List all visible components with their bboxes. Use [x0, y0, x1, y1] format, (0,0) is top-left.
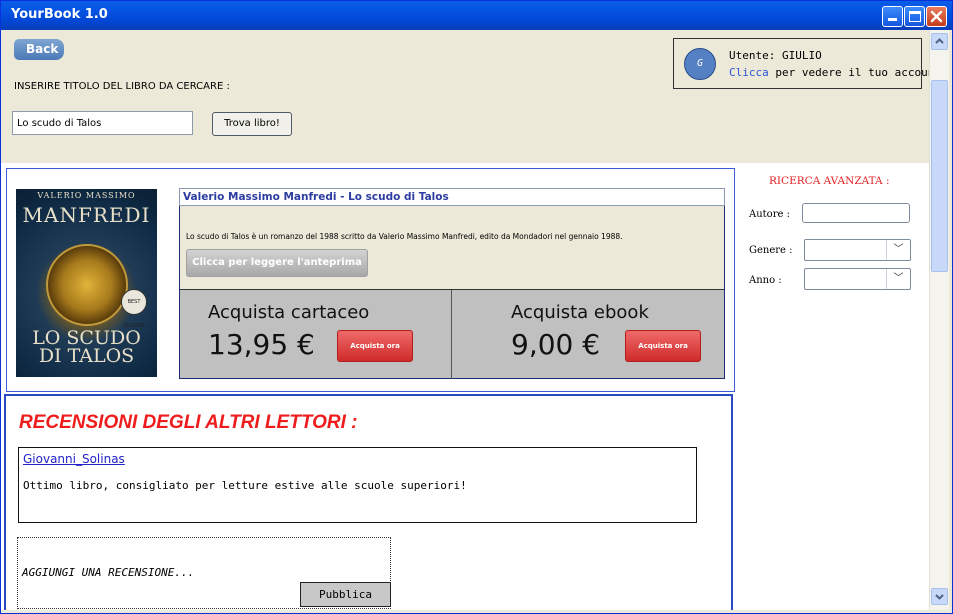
bestseller-badge: BEST SELLERS	[121, 289, 147, 329]
review-card: Giovanni_Solinas Ottimo libro, consiglia…	[18, 447, 697, 523]
chevron-down-icon	[935, 594, 944, 600]
advanced-search-panel: RICERCA AVANZATA : Autore : Genere : ﹀ A…	[741, 163, 929, 610]
user-account-box: G Utente: GIULIO Clicca per vedere il tu…	[673, 38, 941, 89]
book-header: Valerio Massimo Manfredi - Lo scudo di T…	[179, 188, 725, 206]
back-button[interactable]: Back	[14, 39, 64, 60]
book-panel: VALERIO MASSIMO MANFREDI BEST SELLERS LO…	[6, 168, 735, 392]
account-link-suffix: per vedere il tuo account	[768, 66, 941, 79]
genre-select[interactable]: ﹀	[804, 239, 911, 261]
ebook-purchase-title: Acquista ebook	[511, 302, 649, 323]
author-label: Autore :	[749, 209, 790, 220]
vertical-scrollbar[interactable]	[929, 30, 949, 610]
cover-author-first: VALERIO MASSIMO	[37, 191, 136, 200]
search-label: INSERIRE TITOLO DEL LIBRO DA CERCARE :	[14, 81, 230, 92]
app-window: YourBook 1.0 Back INSERIRE TITOLO DEL LI…	[0, 0, 953, 614]
user-name: Utente: GIULIO	[729, 49, 822, 62]
cover-title-line2: DI TALOS	[38, 345, 135, 367]
publish-button[interactable]: Pubblica	[300, 582, 391, 607]
book-info-panel: Valerio Massimo Manfredi - Lo scudo di T…	[179, 188, 725, 379]
close-icon	[930, 10, 943, 23]
minimize-button[interactable]	[882, 6, 903, 27]
close-button[interactable]	[926, 6, 947, 27]
buy-paper-button[interactable]: Acquista ora	[337, 330, 413, 362]
review-text: Ottimo libro, consigliato per letture es…	[23, 479, 467, 492]
ebook-purchase: Acquista ebook 9,00 € Acquista ora	[452, 290, 724, 379]
avatar[interactable]: G	[684, 48, 716, 80]
search-input[interactable]	[12, 111, 193, 135]
title-bar: YourBook 1.0	[1, 1, 952, 30]
genre-label: Genere :	[749, 245, 793, 256]
account-link-text: Clicca per vedere il tuo account	[729, 66, 941, 79]
paper-purchase: Acquista cartaceo 13,95 € Acquista ora	[180, 290, 452, 379]
window-title: YourBook 1.0	[11, 7, 108, 22]
author-input[interactable]	[802, 203, 910, 223]
account-link[interactable]: Clicca	[729, 66, 769, 79]
year-label: Anno :	[749, 275, 782, 286]
chevron-down-icon: ﹀	[886, 269, 910, 289]
chevron-up-icon	[935, 38, 944, 44]
review-author-link[interactable]: Giovanni_Solinas	[23, 452, 125, 466]
buy-ebook-button[interactable]: Acquista ora	[625, 330, 701, 362]
shield-image	[46, 244, 128, 326]
maximize-icon	[909, 11, 921, 22]
scroll-down-button[interactable]	[931, 588, 948, 605]
paper-purchase-title: Acquista cartaceo	[208, 302, 370, 323]
cover-author-last: MANFREDI	[22, 203, 151, 227]
cover-title: LO SCUDO DI TALOS	[16, 329, 157, 367]
read-preview-button[interactable]: Clicca per leggere l'anteprima	[186, 249, 368, 277]
year-select[interactable]: ﹀	[804, 268, 911, 290]
maximize-button[interactable]	[904, 6, 925, 27]
add-review-placeholder: AGGIUNGI UNA RECENSIONE...	[22, 566, 195, 579]
book-cover[interactable]: VALERIO MASSIMO MANFREDI BEST SELLERS LO…	[16, 189, 157, 377]
find-book-button[interactable]: Trova libro!	[212, 112, 292, 136]
advanced-search-title: RICERCA AVANZATA :	[769, 175, 890, 187]
scroll-thumb[interactable]	[931, 80, 948, 272]
chevron-down-icon: ﹀	[886, 240, 910, 260]
scroll-up-button[interactable]	[931, 33, 948, 50]
paper-price: 13,95 €	[208, 328, 315, 361]
book-description: Lo scudo di Talos è un romanzo del 1988 …	[186, 232, 623, 241]
purchase-row: Acquista cartaceo 13,95 € Acquista ora A…	[180, 289, 724, 379]
main-content: VALERIO MASSIMO MANFREDI BEST SELLERS LO…	[1, 163, 929, 610]
ebook-price: 9,00 €	[511, 328, 601, 361]
minimize-icon	[888, 18, 897, 21]
reviews-panel: RECENSIONI DEGLI ALTRI LETTORI : Giovann…	[4, 394, 733, 610]
reviews-title: RECENSIONI DEGLI ALTRI LETTORI :	[19, 412, 358, 433]
